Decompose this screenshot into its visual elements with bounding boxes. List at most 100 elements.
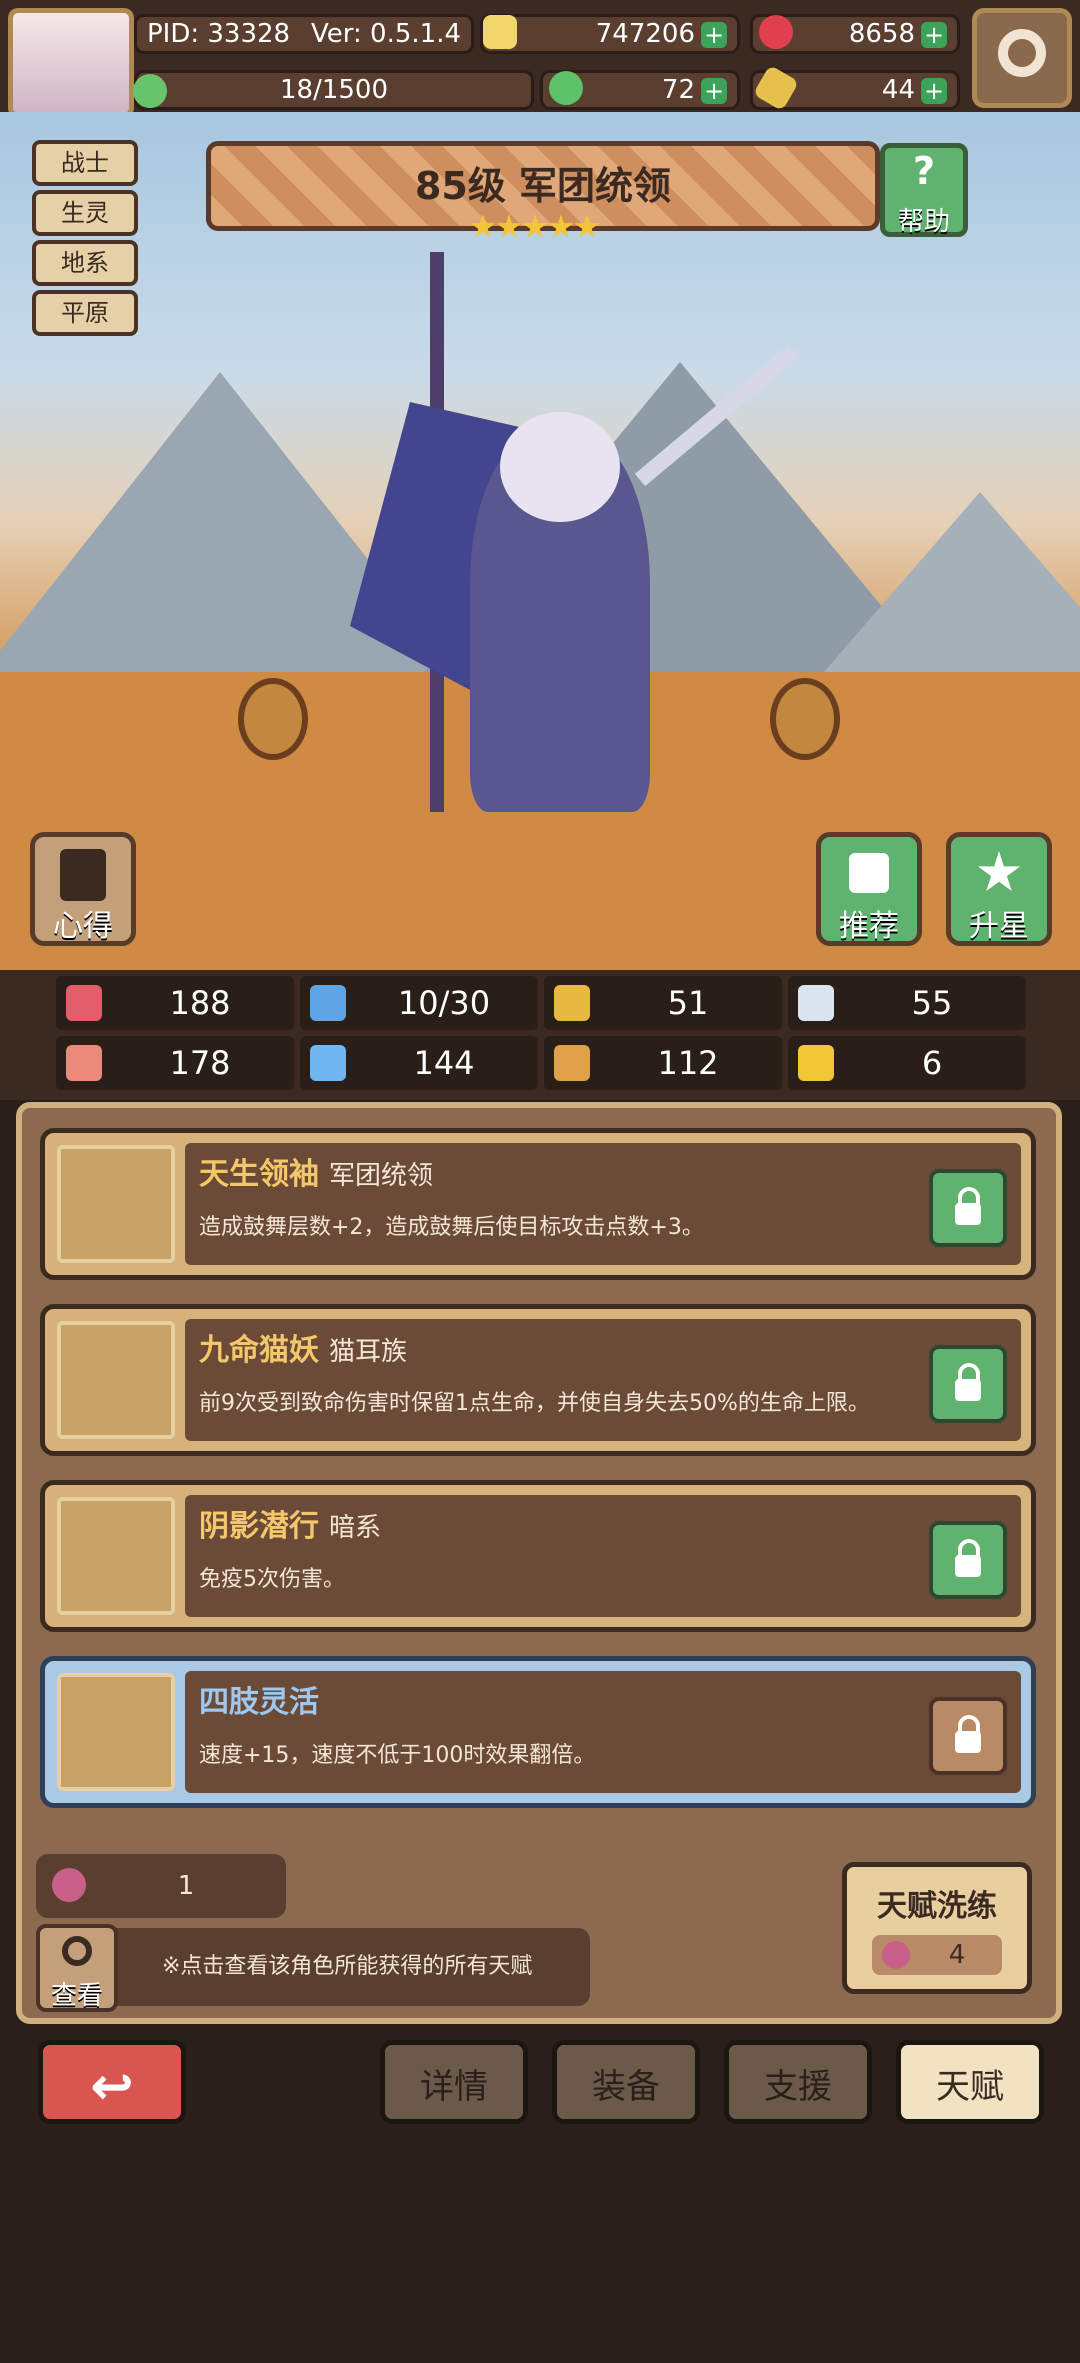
clover-counter[interactable]: 72 +	[540, 70, 740, 110]
stat-value: 51	[667, 984, 709, 1022]
key-value: 44	[881, 75, 915, 105]
gear-icon	[998, 29, 1046, 77]
thumbs-up-icon	[849, 853, 889, 893]
recommend-button[interactable]: 推荐	[816, 832, 922, 946]
star-icon	[522, 214, 548, 238]
stat-horseshoe: 6	[788, 1036, 1026, 1090]
exp-bar: 18/1500	[133, 70, 534, 110]
talent-description: 造成鼓舞层数+2，造成鼓舞后使目标攻击点数+3。	[199, 1215, 704, 1240]
key-counter[interactable]: 44 +	[750, 64, 960, 112]
question-icon: ?	[912, 149, 936, 193]
stat-wing: 55	[788, 976, 1026, 1030]
talent-description: 免疫5次伤害。	[199, 1567, 345, 1592]
ruby-icon	[759, 15, 793, 49]
settings-button[interactable]	[972, 8, 1072, 108]
upgrade-label: 升星	[969, 909, 1029, 944]
heart-icon	[66, 985, 102, 1021]
cat-icon	[57, 1321, 175, 1439]
scroll-icon	[554, 1045, 590, 1081]
recommend-label: 推荐	[839, 909, 899, 944]
lock-icon[interactable]	[929, 1521, 1007, 1599]
left-equip-slot[interactable]	[238, 678, 308, 760]
player-avatar[interactable]	[8, 8, 134, 118]
star-icon	[470, 214, 496, 238]
talent-source: 猫耳族	[329, 1337, 408, 1367]
ruby-counter[interactable]: 8658 +	[750, 14, 960, 54]
moon-icon	[57, 1497, 175, 1615]
talent-source: 军团统领	[329, 1161, 434, 1191]
ruby-plus-icon[interactable]: +	[921, 21, 947, 48]
cross-icon	[57, 1673, 175, 1791]
key-icon	[752, 64, 800, 112]
talent-name: 四肢灵活	[199, 1685, 319, 1720]
key-plus-icon[interactable]: +	[921, 77, 947, 104]
talent-card[interactable]: 九命猫妖 猫耳族前9次受到致命伤害时保留1点生命，并使自身失去50%的生命上限。	[40, 1304, 1036, 1456]
talent-description: 前9次受到致命伤害时保留1点生命，并使自身失去50%的生命上限。	[199, 1391, 870, 1416]
tab-0[interactable]: 详情	[380, 2040, 528, 2124]
gold-plus-icon[interactable]: +	[701, 21, 727, 48]
talent-reroll-button[interactable]: 天赋洗练 4	[842, 1862, 1032, 1994]
talent-description: 速度+15，速度不低于100时效果翻倍。	[199, 1743, 596, 1768]
notes-button[interactable]: 心得	[30, 832, 136, 946]
star-icon	[496, 214, 522, 238]
magnifier-icon	[62, 1936, 92, 1966]
stat-value: 112	[657, 1044, 719, 1082]
talent-card[interactable]: 天生领袖 军团统领造成鼓舞层数+2，造成鼓舞后使目标攻击点数+3。	[40, 1128, 1036, 1280]
tab-3[interactable]: 天赋	[896, 2040, 1044, 2124]
talent-name: 天生领袖 军团统领	[199, 1157, 434, 1192]
notes-icon	[60, 849, 106, 901]
stat-value: 55	[911, 984, 953, 1022]
talent-hint-text: ※点击查看该角色所能获得的所有天赋	[162, 1954, 533, 1979]
version-text: Ver: 0.5.1.4	[311, 19, 461, 49]
view-button[interactable]: 查看	[36, 1924, 118, 2012]
talent-card[interactable]: 阴影潜行 暗系免疫5次伤害。	[40, 1480, 1036, 1632]
clover-plus-icon[interactable]: +	[701, 77, 727, 104]
back-arrow-icon: ↩	[90, 2057, 134, 2117]
clover-value: 72	[661, 75, 695, 105]
mana-drop-icon	[310, 985, 346, 1021]
fist-icon	[66, 1045, 102, 1081]
talent-name: 九命猫妖 猫耳族	[199, 1333, 408, 1368]
star-icon	[574, 214, 600, 238]
tab-2[interactable]: 支援	[724, 2040, 872, 2124]
stat-value: 178	[169, 1044, 231, 1082]
stat-value: 144	[413, 1044, 475, 1082]
tag-earth: 地系	[32, 240, 138, 286]
right-equip-slot[interactable]	[770, 678, 840, 760]
stat-value: 188	[169, 984, 231, 1022]
stat-shield: 51	[544, 976, 782, 1030]
notes-label: 心得	[53, 909, 113, 944]
unlock-icon[interactable]	[929, 1697, 1007, 1775]
fruit-icon	[52, 1868, 86, 1902]
reroll-cost: 4	[948, 1940, 966, 1970]
stat-mana-drop: 10/30	[300, 976, 538, 1030]
tag-creature: 生灵	[32, 190, 138, 236]
exp-text: 18/1500	[279, 75, 388, 105]
fruit-counter: 1	[36, 1854, 286, 1918]
gold-coin-icon	[483, 15, 517, 49]
stat-book: 144	[300, 1036, 538, 1090]
horseshoe-icon	[798, 1045, 834, 1081]
pid-text: PID: 33328	[147, 19, 291, 49]
stat-value: 6	[921, 1044, 943, 1082]
wing-icon	[798, 985, 834, 1021]
stat-scroll: 112	[544, 1036, 782, 1090]
gold-counter[interactable]: 747206 +	[480, 14, 740, 54]
talent-card[interactable]: 四肢灵活速度+15，速度不低于100时效果翻倍。	[40, 1656, 1036, 1808]
shield-icon	[554, 985, 590, 1021]
book-icon	[310, 1045, 346, 1081]
talent-hint-bar[interactable]: ※点击查看该角色所能获得的所有天赋	[36, 1928, 590, 2006]
lock-icon[interactable]	[929, 1345, 1007, 1423]
tag-warrior: 战士	[32, 140, 138, 186]
stat-heart: 188	[56, 976, 294, 1030]
lock-icon[interactable]	[929, 1169, 1007, 1247]
id-panel: PID: 33328 Ver: 0.5.1.4	[134, 14, 474, 54]
view-label: 查看	[50, 1981, 103, 2011]
tab-1[interactable]: 装备	[552, 2040, 700, 2124]
upgrade-star-button[interactable]: 升星	[946, 832, 1052, 946]
stat-value: 10/30	[397, 984, 491, 1022]
help-button[interactable]: ? 帮助	[880, 143, 968, 237]
back-button[interactable]: ↩	[38, 2040, 186, 2124]
clover-icon	[549, 71, 583, 105]
talent-name: 阴影潜行 暗系	[199, 1509, 382, 1544]
